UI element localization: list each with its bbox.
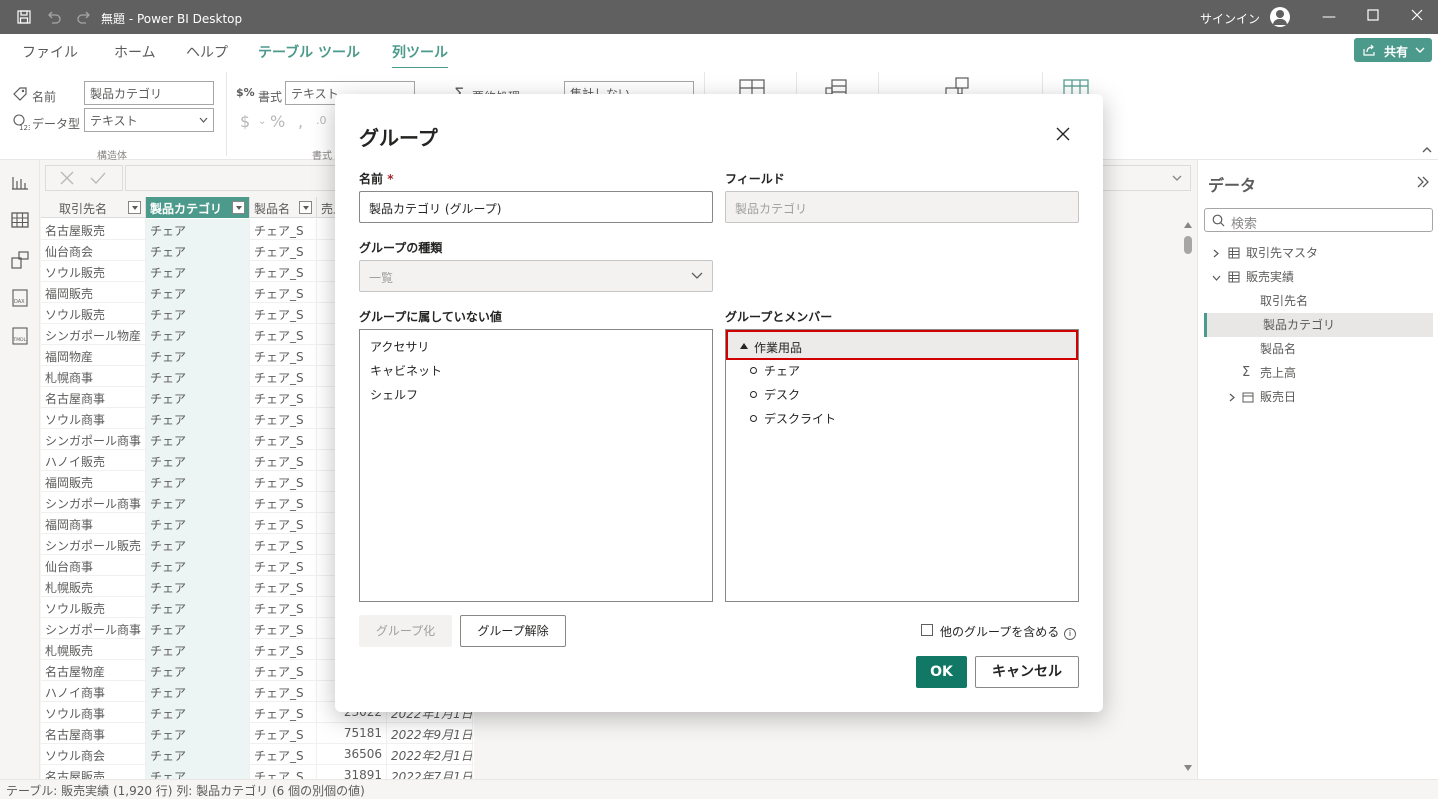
list-item[interactable]: キャビネット — [370, 362, 442, 379]
group-type-label: グループの種類 — [359, 241, 443, 255]
cancel-button[interactable]: キャンセル — [975, 656, 1079, 688]
required-mark: * — [387, 172, 394, 186]
collapse-triangle-icon[interactable] — [740, 343, 748, 349]
group-member[interactable]: チェア — [749, 362, 800, 379]
ok-button[interactable]: OK — [916, 656, 967, 688]
close-icon[interactable] — [1053, 124, 1073, 144]
groups-label: グループとメンバー — [725, 310, 833, 324]
chevron-down-icon — [691, 272, 703, 279]
field-input: 製品カテゴリ — [725, 191, 1079, 223]
field-label: フィールド — [725, 172, 785, 186]
include-other-label: 他のグループを含める — [940, 625, 1060, 639]
ungrouped-label: グループに属していない値 — [359, 310, 502, 324]
include-other-checkbox[interactable] — [921, 624, 933, 636]
group-name-label: 作業用品 — [754, 341, 803, 355]
list-item[interactable]: シェルフ — [370, 386, 418, 403]
group-item[interactable]: 作業用品 — [726, 330, 1078, 360]
group-name-input[interactable]: 製品カテゴリ (グループ) — [359, 191, 713, 223]
group-button[interactable]: グループ化 — [359, 615, 452, 647]
group-member[interactable]: デスクライト — [749, 410, 836, 427]
name-field-label: 名前 * — [359, 170, 393, 187]
ungroup-button[interactable]: グループ解除 — [460, 615, 566, 647]
group-type-select: 一覧 — [359, 260, 713, 292]
ungrouped-list: アクセサリ キャビネット シェルフ — [359, 329, 713, 602]
list-item[interactable]: アクセサリ — [370, 338, 429, 355]
group-type-value: 一覧 — [369, 271, 394, 285]
dialog-title: グループ — [359, 126, 438, 150]
group-dialog: グループ 名前 * 製品カテゴリ (グループ) フィールド 製品カテゴリ グルー… — [335, 94, 1103, 712]
group-member[interactable]: デスク — [749, 386, 800, 403]
name-field-label-text: 名前 — [359, 172, 384, 186]
info-icon[interactable]: i — [1064, 628, 1076, 640]
groups-list: 作業用品 チェア デスク デスクライト — [725, 329, 1079, 602]
